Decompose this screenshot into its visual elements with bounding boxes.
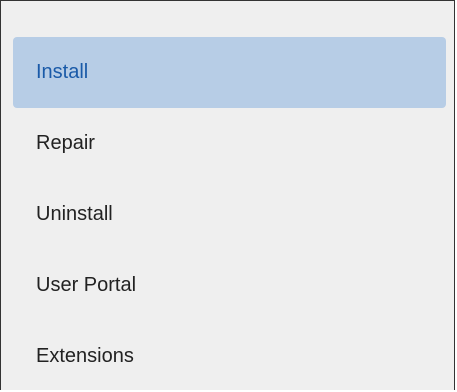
menu-item-label: Install bbox=[36, 61, 89, 83]
menu-item-uninstall[interactable]: Uninstall bbox=[13, 179, 446, 250]
menu-item-label: Uninstall bbox=[36, 203, 113, 225]
menu-item-repair[interactable]: Repair bbox=[13, 108, 446, 179]
menu-item-label: Repair bbox=[36, 132, 95, 154]
menu-item-install[interactable]: Install bbox=[13, 37, 446, 108]
menu-item-user-portal[interactable]: User Portal bbox=[13, 250, 446, 321]
menu-item-label: User Portal bbox=[36, 274, 137, 296]
menu-item-extensions[interactable]: Extensions bbox=[13, 321, 446, 392]
menu-item-label: Extensions bbox=[36, 345, 134, 367]
navigation-menu: Install Repair Uninstall User Portal Ext… bbox=[13, 37, 446, 392]
navigation-panel: Install Repair Uninstall User Portal Ext… bbox=[0, 0, 455, 390]
